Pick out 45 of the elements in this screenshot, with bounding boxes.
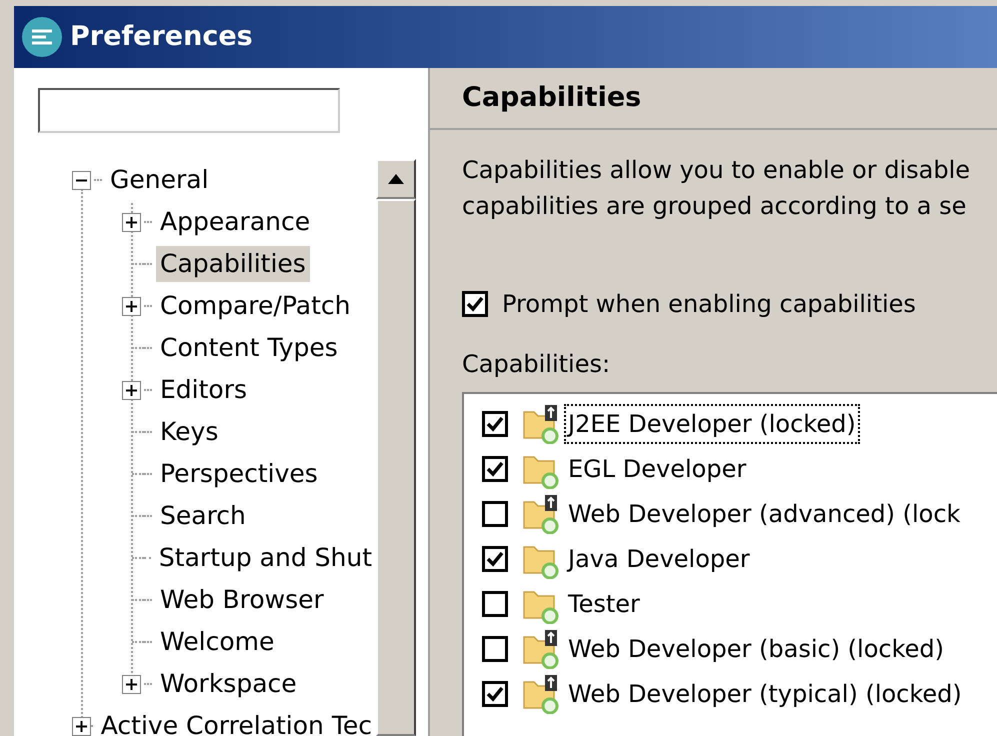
scroll-up-button[interactable]: [376, 159, 416, 199]
tree-item[interactable]: Capabilities: [156, 246, 310, 282]
capability-item[interactable]: EGL Developer: [564, 449, 750, 489]
expand-icon[interactable]: [122, 380, 141, 400]
tree-item[interactable]: Active Correlation Tec: [96, 708, 376, 736]
checkbox[interactable]: [482, 681, 508, 707]
filter-field[interactable]: [38, 88, 340, 133]
window-title: Preferences: [70, 20, 253, 54]
capability-item[interactable]: Tester: [564, 584, 644, 624]
tree-item[interactable]: Compare/Patch: [156, 288, 354, 324]
expand-icon[interactable]: [122, 212, 141, 232]
checkbox-label: Prompt when enabling capabilities: [502, 289, 916, 320]
checkbox[interactable]: [482, 636, 508, 662]
capability-item[interactable]: Web Developer (basic) (locked): [564, 629, 948, 669]
tree-item[interactable]: Workspace: [156, 666, 301, 702]
expand-icon[interactable]: [122, 674, 141, 694]
tree-item[interactable]: Keys: [156, 414, 222, 450]
checkbox[interactable]: [462, 291, 488, 317]
tree-item[interactable]: Welcome: [156, 624, 278, 660]
expand-icon[interactable]: [72, 716, 91, 736]
up-arrow-icon: [388, 174, 404, 184]
checkbox[interactable]: [482, 591, 508, 617]
capability-item[interactable]: Java Developer: [564, 539, 754, 579]
tree-item[interactable]: Web Browser: [156, 582, 328, 618]
description-line: Capabilities allow you to enable or disable: [462, 155, 971, 186]
checkbox[interactable]: [482, 501, 508, 527]
capability-item[interactable]: Web Developer (advanced) (lock: [564, 494, 964, 534]
list-label: Capabilities:: [462, 349, 612, 380]
page-title: Capabilities: [462, 80, 642, 115]
description-line: capabilities are grouped according to a se: [462, 191, 968, 222]
checkbox[interactable]: [482, 456, 508, 482]
checkbox[interactable]: [482, 546, 508, 572]
tree-item[interactable]: Appearance: [156, 204, 314, 240]
tree-item[interactable]: Content Types: [156, 330, 342, 366]
tree-item[interactable]: Search: [156, 498, 250, 534]
expand-icon[interactable]: [122, 296, 141, 316]
collapse-icon[interactable]: [72, 170, 91, 190]
tree-item[interactable]: Startup and Shut: [154, 540, 376, 576]
app-icon: [20, 15, 64, 59]
capability-item[interactable]: J2EE Developer (locked): [564, 404, 860, 444]
tree-item[interactable]: Perspectives: [156, 456, 322, 492]
tree-item[interactable]: Editors: [156, 372, 252, 408]
checkbox[interactable]: [482, 411, 508, 437]
tree-item[interactable]: General: [106, 162, 213, 198]
capability-item[interactable]: Web Developer (typical) (locked): [564, 674, 966, 714]
